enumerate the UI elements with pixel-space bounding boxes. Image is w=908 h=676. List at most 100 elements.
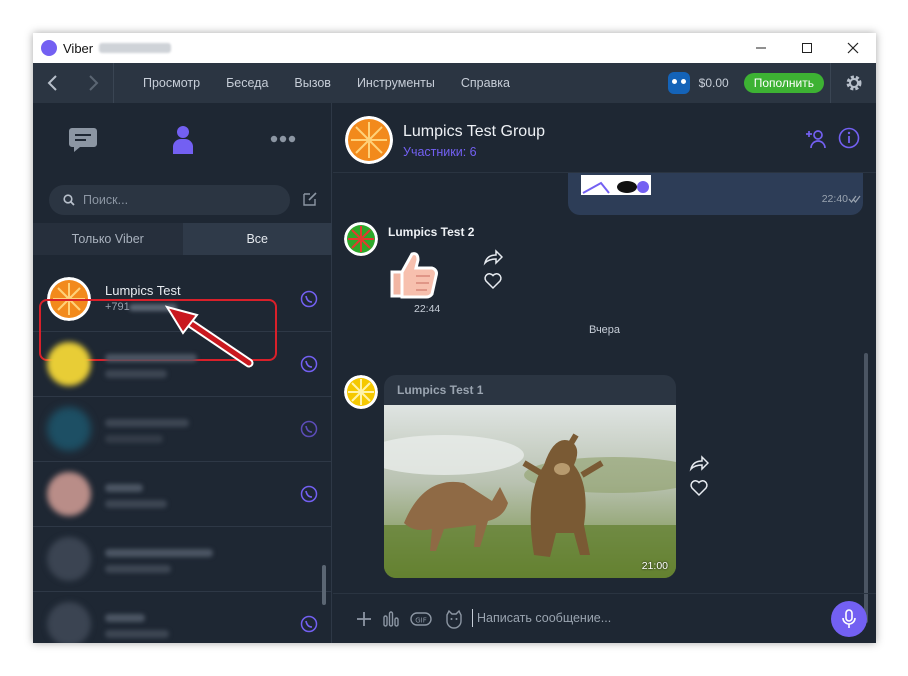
sidebar-scrollbar[interactable] [322, 565, 326, 605]
viber-badge-icon [300, 615, 318, 633]
sticker-image [582, 181, 649, 194]
photo-message[interactable]: Lumpics Test 1 21:00 [384, 375, 676, 578]
close-icon [847, 42, 859, 54]
blurred-name [105, 614, 145, 622]
window-title: Viber [63, 40, 94, 56]
microphone-icon [842, 609, 856, 628]
filter-all[interactable]: Все [182, 223, 332, 255]
wallet: $0.00 Пополнить [667, 63, 824, 103]
thumbs-up-sticker[interactable] [386, 248, 442, 300]
balance: $0.00 [698, 76, 729, 90]
contact-filter: Только Viber Все [33, 223, 332, 255]
tab-more[interactable] [263, 123, 303, 155]
message-time: 21:00 [641, 560, 668, 572]
close-button[interactable] [830, 33, 876, 63]
blurred-phone [105, 370, 167, 378]
settings-button[interactable] [830, 63, 876, 103]
message-composer: GIF Написать сообщение... [333, 593, 876, 643]
forward-button[interactable] [73, 63, 113, 103]
more-icon [270, 135, 296, 143]
blurred-phone [105, 630, 169, 638]
maximize-button[interactable] [784, 33, 830, 63]
viber-badge-icon [300, 355, 318, 373]
contact-name: Lumpics Test [105, 283, 181, 298]
person-icon [173, 126, 193, 154]
heart-icon[interactable] [483, 271, 503, 291]
viber-badge-icon [300, 290, 318, 308]
chat-pane: Lumpics Test Group Участники: 6 22:40 Lu… [333, 103, 876, 643]
avatar [47, 342, 91, 386]
poll-icon[interactable] [381, 609, 401, 629]
blurred-phone [105, 565, 171, 573]
viber-logo-icon [41, 40, 57, 56]
lime-avatar [344, 222, 378, 256]
chevron-left-icon [47, 75, 57, 91]
gear-icon [846, 75, 861, 91]
minimize-button[interactable] [738, 33, 784, 63]
contact-item[interactable] [33, 527, 332, 592]
tab-chats[interactable] [63, 123, 103, 155]
viber-badge-icon [300, 420, 318, 438]
blurred-phone [105, 435, 163, 443]
search-icon [63, 194, 75, 206]
message-list: 22:40 Lumpics Test 2 22:44 Вчера Lumpics… [333, 173, 876, 593]
menu-tools[interactable]: Инструменты [357, 76, 435, 90]
title-bar: Viber [33, 33, 876, 63]
sender-name: Lumpics Test 1 [397, 383, 484, 397]
photo-image[interactable] [384, 405, 676, 578]
chat-scrollbar[interactable] [864, 353, 868, 623]
blurred-account [99, 43, 172, 53]
lemon-avatar [344, 375, 378, 409]
menu-conversation[interactable]: Беседа [226, 76, 268, 90]
message-time: 22:40 [821, 193, 848, 205]
compose-icon[interactable] [301, 190, 319, 208]
contact-item[interactable] [33, 592, 332, 643]
sidebar: Поиск... Только Viber Все Lumpics Test +… [33, 103, 332, 643]
read-check-icon [848, 195, 861, 203]
chevron-right-icon [89, 75, 99, 91]
forward-icon[interactable] [689, 453, 709, 473]
viber-badge-icon [300, 485, 318, 503]
contact-item[interactable] [33, 462, 332, 527]
avatar [47, 537, 91, 581]
chat-bubble-icon [69, 128, 97, 152]
blurred-name [105, 549, 213, 557]
viber-window: Viber Просмотр Беседа Вызов Инструменты … [33, 33, 876, 643]
heart-icon[interactable] [689, 478, 709, 498]
menu-call[interactable]: Вызов [294, 76, 331, 90]
sidebar-tabs [33, 103, 332, 173]
add-participant-icon[interactable] [805, 127, 827, 149]
chat-header: Lumpics Test Group Участники: 6 [333, 103, 876, 173]
blurred-name [105, 419, 189, 427]
blurred-name [105, 484, 143, 492]
group-avatar [345, 116, 393, 164]
menu-view[interactable]: Просмотр [143, 76, 200, 90]
forward-icon[interactable] [483, 247, 503, 267]
avatar [47, 472, 91, 516]
group-members[interactable]: Участники: 6 [403, 145, 477, 159]
filter-viber-only[interactable]: Только Viber [33, 223, 183, 255]
back-button[interactable] [33, 63, 73, 103]
tab-contacts[interactable] [163, 123, 203, 155]
outgoing-message[interactable]: 22:40 [568, 173, 863, 215]
svg-text:GIF: GIF [415, 617, 427, 625]
search-input[interactable]: Поиск... [49, 185, 290, 215]
topup-button[interactable]: Пополнить [743, 73, 824, 93]
menu-bar: Просмотр Беседа Вызов Инструменты Справк… [33, 63, 876, 103]
voice-message-button[interactable] [831, 601, 867, 637]
avatar [47, 602, 91, 643]
message-time: 22:44 [414, 303, 441, 315]
plus-icon[interactable] [354, 609, 374, 629]
menu-help[interactable]: Справка [461, 76, 510, 90]
menu-divider [113, 63, 114, 103]
viber-out-icon[interactable] [667, 72, 690, 94]
contact-item[interactable] [33, 397, 332, 462]
group-name[interactable]: Lumpics Test Group [403, 123, 545, 141]
day-separator: Вчера [588, 324, 621, 336]
message-input[interactable]: Написать сообщение... [477, 611, 611, 625]
sticker-icon[interactable] [444, 609, 464, 629]
sender-name: Lumpics Test 2 [388, 225, 475, 239]
gif-icon[interactable]: GIF [410, 609, 432, 629]
info-icon[interactable] [838, 127, 860, 149]
blurred-phone [105, 500, 167, 508]
